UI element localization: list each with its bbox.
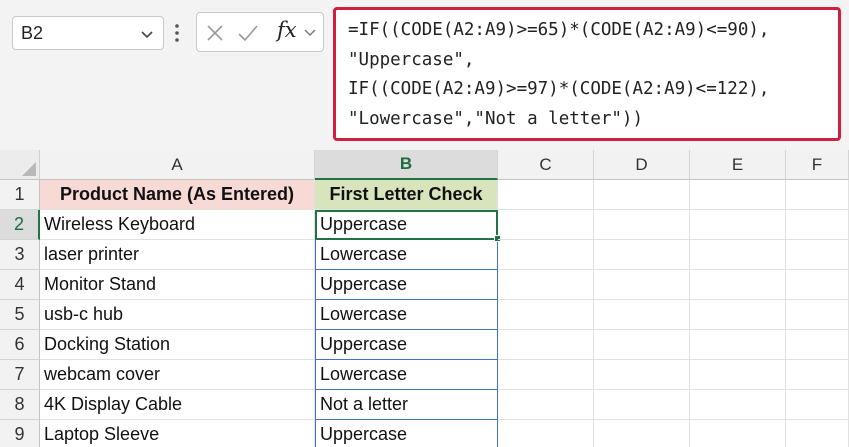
cell-d1[interactable] [594,180,690,210]
cell-a5[interactable]: usb-c hub [40,300,315,330]
select-all-button[interactable] [0,150,40,180]
cell-f1[interactable] [786,180,849,210]
cell-c3[interactable] [498,240,594,270]
cell-f5[interactable] [786,300,849,330]
cell-f7[interactable] [786,360,849,390]
cell-d2[interactable] [594,210,690,240]
name-box[interactable]: B2 [12,16,164,50]
more-options-icon[interactable] [173,22,181,44]
chevron-down-icon[interactable] [303,25,317,39]
cell-b6[interactable]: Uppercase [315,330,498,360]
spreadsheet-grid: A B C D E F 1 2 3 4 5 6 7 8 9 Product Na… [0,150,849,447]
column-header-a[interactable]: A [40,150,315,180]
cell-b5[interactable]: Lowercase [315,300,498,330]
name-box-value: B2 [21,22,44,43]
cell-d6[interactable] [594,330,690,360]
cell-c2[interactable] [498,210,594,240]
cell-f4[interactable] [786,270,849,300]
enter-checkmark-icon[interactable] [237,23,259,43]
row-header-3[interactable]: 3 [0,240,40,270]
cell-e3[interactable] [690,240,786,270]
cell-b8[interactable]: Not a letter [315,390,498,420]
cell-a4[interactable]: Monitor Stand [40,270,315,300]
chevron-down-icon[interactable] [139,26,155,42]
row-header-4[interactable]: 4 [0,270,40,300]
cell-f9[interactable] [786,420,849,447]
cell-e6[interactable] [690,330,786,360]
cell-e5[interactable] [690,300,786,330]
cell-e8[interactable] [690,390,786,420]
row-header-7[interactable]: 7 [0,360,40,390]
column-header-c[interactable]: C [498,150,594,180]
select-all-triangle-icon [22,162,36,176]
formula-buttons: fx [196,12,324,52]
cell-f8[interactable] [786,390,849,420]
cell-a7[interactable]: webcam cover [40,360,315,390]
cell-f6[interactable] [786,330,849,360]
cell-c9[interactable] [498,420,594,447]
insert-function-icon[interactable]: fx [277,18,297,42]
column-header-e[interactable]: E [690,150,786,180]
cell-b3[interactable]: Lowercase [315,240,498,270]
cancel-icon[interactable] [205,23,225,43]
cell-e2[interactable] [690,210,786,240]
cell-d3[interactable] [594,240,690,270]
column-header-f[interactable]: F [786,150,849,180]
cell-c8[interactable] [498,390,594,420]
cell-c5[interactable] [498,300,594,330]
cell-a8[interactable]: 4K Display Cable [40,390,315,420]
cell-f2[interactable] [786,210,849,240]
cell-d5[interactable] [594,300,690,330]
row-header-2[interactable]: 2 [0,210,40,240]
formula-line: IF((CODE(A2:A9)>=97)*(CODE(A2:A9)<=122), [348,79,770,99]
column-header-d[interactable]: D [594,150,690,180]
row-header-9[interactable]: 9 [0,420,40,447]
formula-line: =IF((CODE(A2:A9)>=65)*(CODE(A2:A9)<=90), [348,20,770,40]
cell-a6[interactable]: Docking Station [40,330,315,360]
cell-c7[interactable] [498,360,594,390]
cell-a2[interactable]: Wireless Keyboard [40,210,315,240]
formula-line: "Uppercase", [348,49,475,70]
row-header-8[interactable]: 8 [0,390,40,420]
cell-b9[interactable]: Uppercase [315,420,498,447]
cell-d4[interactable] [594,270,690,300]
formula-input[interactable]: =IF((CODE(A2:A9)>=65)*(CODE(A2:A9)<=90),… [333,7,841,141]
cell-b7[interactable]: Lowercase [315,360,498,390]
row-header-6[interactable]: 6 [0,330,40,360]
cell-a9[interactable]: Laptop Sleeve [40,420,315,447]
cell-e4[interactable] [690,270,786,300]
cell-a3[interactable]: laser printer [40,240,315,270]
cell-d9[interactable] [594,420,690,447]
cell-d8[interactable] [594,390,690,420]
row-header-1[interactable]: 1 [0,180,40,210]
column-header-b[interactable]: B [315,150,498,180]
cell-c6[interactable] [498,330,594,360]
formula-line: "Lowercase","Not a letter")) [348,108,644,129]
cell-e1[interactable] [690,180,786,210]
row-header-5[interactable]: 5 [0,300,40,330]
formula-bar-area: B2 fx =IF((CODE(A2:A9)>=65)*(CODE(A2:A9)… [0,0,849,150]
cell-d7[interactable] [594,360,690,390]
cell-b4[interactable]: Uppercase [315,270,498,300]
cell-c4[interactable] [498,270,594,300]
cell-e9[interactable] [690,420,786,447]
cell-b2[interactable]: Uppercase [315,210,498,240]
cell-e7[interactable] [690,360,786,390]
cell-a1[interactable]: Product Name (As Entered) [40,180,315,210]
cell-b1[interactable]: First Letter Check [315,180,498,210]
cell-f3[interactable] [786,240,849,270]
cell-c1[interactable] [498,180,594,210]
